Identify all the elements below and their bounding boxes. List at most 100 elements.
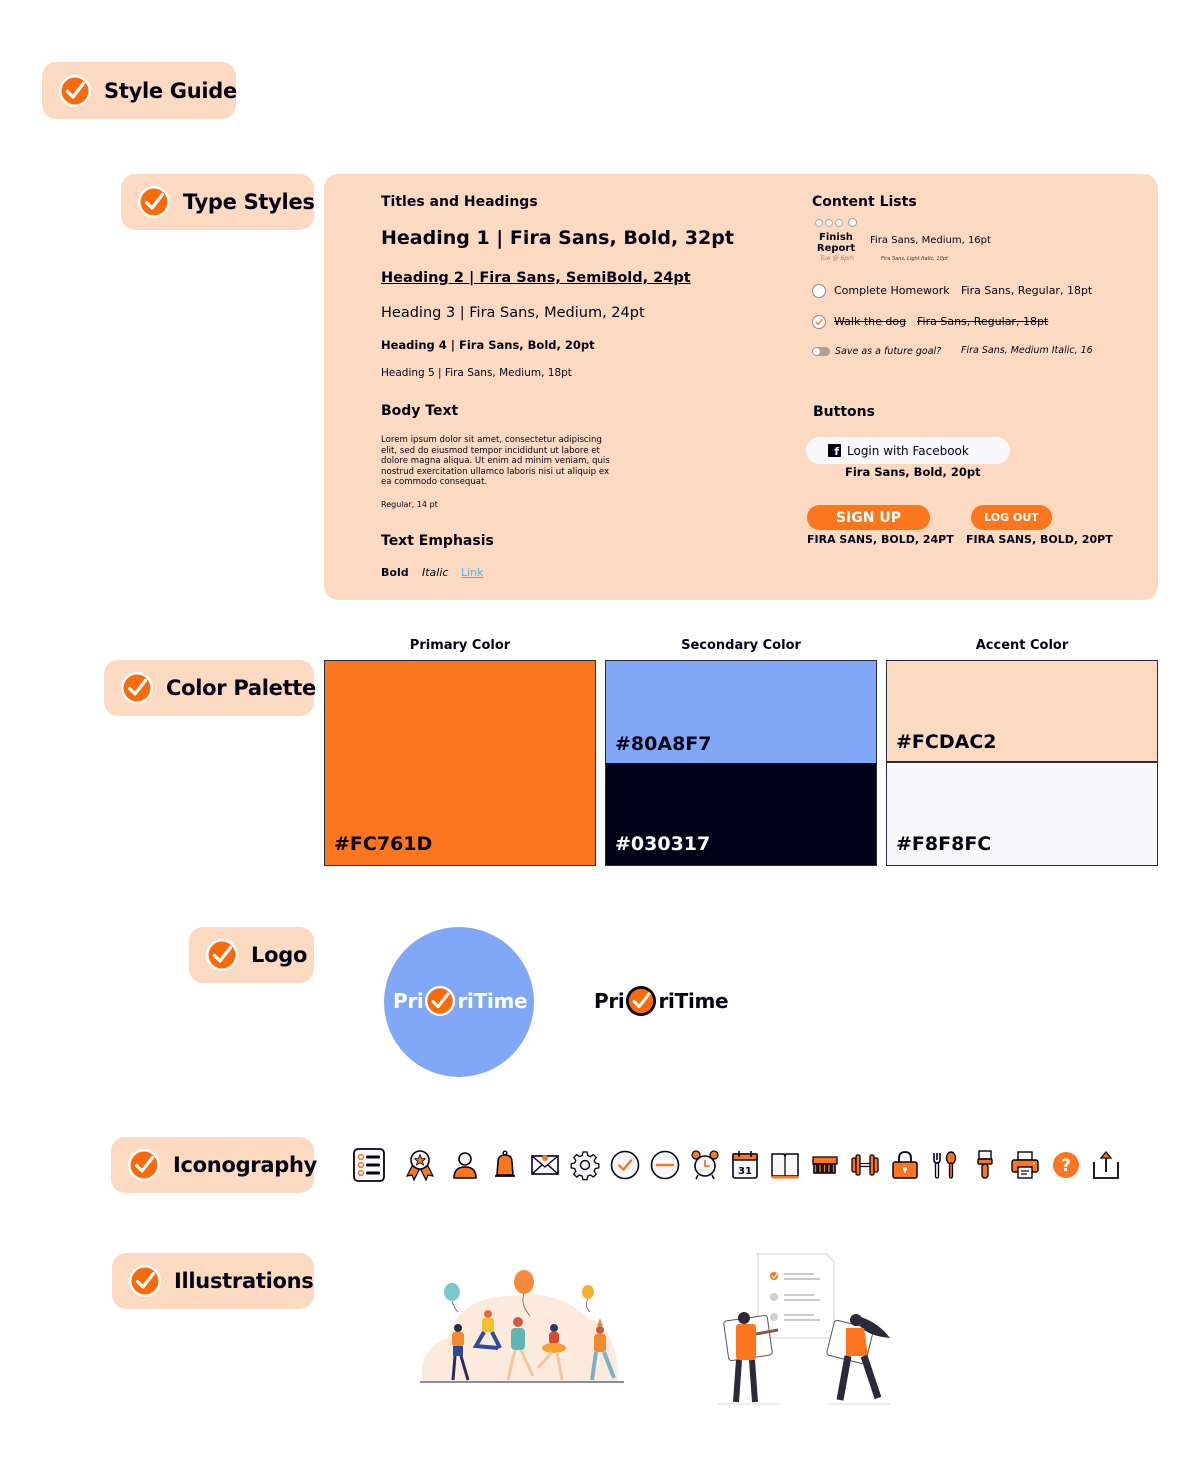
logo-text: riTime xyxy=(658,989,729,1013)
accent-swatch: #FCDAC2 #F8F8FC xyxy=(886,660,1158,866)
secondary-blue-swatch: #80A8F7 xyxy=(606,661,876,763)
alarm-clock-icon[interactable] xyxy=(688,1148,722,1182)
check-circle-icon[interactable] xyxy=(608,1148,642,1182)
content-lists-label: Content Lists xyxy=(812,194,917,210)
body-text-note: Regular, 14 pt xyxy=(381,500,438,509)
emphasis-italic: Italic xyxy=(422,566,449,579)
dumbbell-icon[interactable] xyxy=(848,1148,882,1182)
button-label: SIGN UP xyxy=(835,509,901,526)
check-badge-icon xyxy=(137,185,171,219)
logo-wordmark-dark: Pri riTime xyxy=(594,985,729,1017)
log-out-note: FIRA SANS, BOLD, 20PT xyxy=(966,533,1113,546)
printer-icon[interactable] xyxy=(1008,1148,1042,1182)
homework-checkbox[interactable] xyxy=(812,284,826,298)
logo-text: riTime xyxy=(457,989,528,1013)
task-checklist-illustration xyxy=(718,1253,890,1405)
logo-text: Pri xyxy=(393,989,424,1013)
button-label: Login with Facebook xyxy=(847,443,969,458)
check-badge-icon xyxy=(205,938,239,972)
section-title: Type Styles xyxy=(183,190,315,214)
mail-icon[interactable] xyxy=(528,1148,562,1182)
secondary-color-title: Secondary Color xyxy=(681,638,801,653)
text-emphasis-label: Text Emphasis xyxy=(381,533,494,549)
check-badge-icon xyxy=(120,671,154,705)
lock-icon[interactable] xyxy=(888,1148,922,1182)
paintbrush-icon[interactable] xyxy=(968,1148,1002,1182)
hex-label: #F8F8FC xyxy=(896,833,992,855)
toggle-label: Save as a future goal? xyxy=(835,346,942,357)
secondary-dark-swatch: #030317 xyxy=(606,763,876,865)
section-title: Illustrations xyxy=(174,1269,314,1293)
log-out-button[interactable]: LOG OUT xyxy=(971,505,1052,530)
heading-4-sample: Heading 4 | Fira Sans, Bold, 20pt xyxy=(381,338,595,352)
task-due: Tue @ 6pm xyxy=(820,255,854,262)
section-title: Logo xyxy=(251,943,308,967)
emphasis-link[interactable]: Link xyxy=(461,566,484,579)
comb-icon[interactable] xyxy=(808,1148,842,1182)
list-item-note: Fira Sans, Regular, 18pt xyxy=(961,284,1093,297)
section-title: Style Guide xyxy=(104,78,237,103)
button-label: LOG OUT xyxy=(984,511,1039,524)
fork-spoon-icon[interactable] xyxy=(928,1148,962,1182)
hex-label: #FCDAC2 xyxy=(896,731,997,753)
accent-peach-swatch: #FCDAC2 xyxy=(887,661,1157,763)
logo-check-icon xyxy=(424,985,456,1017)
check-badge-icon xyxy=(127,1148,161,1182)
section-type-styles: Type Styles xyxy=(121,174,315,230)
accent-color-title: Accent Color xyxy=(975,638,1069,653)
task-due-note: Fira Sans, Light Italic, 10pt xyxy=(881,256,948,262)
sign-up-button[interactable]: SIGN UP xyxy=(807,505,930,530)
checklist-icon[interactable] xyxy=(352,1148,386,1182)
check-badge-icon xyxy=(58,74,92,108)
user-icon[interactable] xyxy=(448,1148,482,1182)
facebook-icon: f xyxy=(828,444,841,457)
calendar-icon[interactable]: 31 xyxy=(728,1148,762,1182)
buttons-label: Buttons xyxy=(813,404,875,420)
task-radio[interactable] xyxy=(848,218,857,227)
party-celebration-illustration xyxy=(420,1270,624,1383)
hex-label: #80A8F7 xyxy=(615,733,712,755)
heading-2-sample: Heading 2 | Fira Sans, SemiBold, 24pt xyxy=(381,270,691,286)
hex-label: #030317 xyxy=(615,833,711,855)
heading-5-sample: Heading 5 | Fira Sans, Medium, 18pt xyxy=(381,367,572,379)
list-item-note: Fira Sans, Regular, 18pt xyxy=(917,315,1049,328)
facebook-button-note: Fira Sans, Bold, 20pt xyxy=(845,465,981,479)
minus-circle-icon[interactable] xyxy=(648,1148,682,1182)
walk-dog-checkbox[interactable] xyxy=(812,315,826,329)
section-illustrations: Illustrations xyxy=(112,1253,314,1309)
award-ribbon-icon[interactable] xyxy=(403,1148,437,1182)
section-style-guide: Style Guide xyxy=(42,62,237,119)
gear-icon[interactable] xyxy=(568,1148,602,1182)
task-priority-icons xyxy=(814,218,857,227)
body-text-sample: Lorem ipsum dolor sit amet, consectetur … xyxy=(381,435,610,488)
section-color-palette: Color Palette xyxy=(104,660,316,716)
calendar-day: 31 xyxy=(738,1166,752,1177)
task-title: Finish Report xyxy=(812,232,860,254)
list-item-label: Complete Homework xyxy=(834,284,950,297)
toggle-note: Fira Sans, Medium Italic, 16 xyxy=(961,345,1093,356)
book-icon[interactable] xyxy=(768,1148,802,1182)
primary-color-title: Primary Color xyxy=(409,638,511,653)
logo-check-icon xyxy=(626,985,657,1017)
future-goal-toggle[interactable] xyxy=(812,347,830,356)
login-facebook-button[interactable]: f Login with Facebook xyxy=(806,437,1010,464)
check-icon xyxy=(815,319,823,326)
task-title-line: Report xyxy=(816,243,856,254)
alarm-clock-icon xyxy=(815,219,843,227)
section-title: Color Palette xyxy=(166,676,316,700)
logo-text: Pri xyxy=(594,989,625,1013)
svg-text:?: ? xyxy=(1061,1156,1071,1176)
primary-swatch: #FC761D xyxy=(324,660,596,866)
section-logo: Logo xyxy=(189,927,314,983)
hex-label: #FC761D xyxy=(334,833,433,855)
emphasis-bold: Bold xyxy=(381,566,409,579)
section-iconography: Iconography xyxy=(111,1137,317,1193)
logo-wordmark-light: Pri riTime xyxy=(393,985,528,1017)
bell-icon[interactable] xyxy=(488,1148,522,1182)
heading-1-sample: Heading 1 | Fira Sans, Bold, 32pt xyxy=(381,227,734,249)
share-icon[interactable] xyxy=(1089,1148,1123,1182)
help-icon[interactable]: ? xyxy=(1049,1148,1083,1182)
list-item-label: Walk the dog xyxy=(834,315,907,328)
body-text-label: Body Text xyxy=(381,403,459,419)
titles-headings-label: Titles and Headings xyxy=(381,194,538,210)
